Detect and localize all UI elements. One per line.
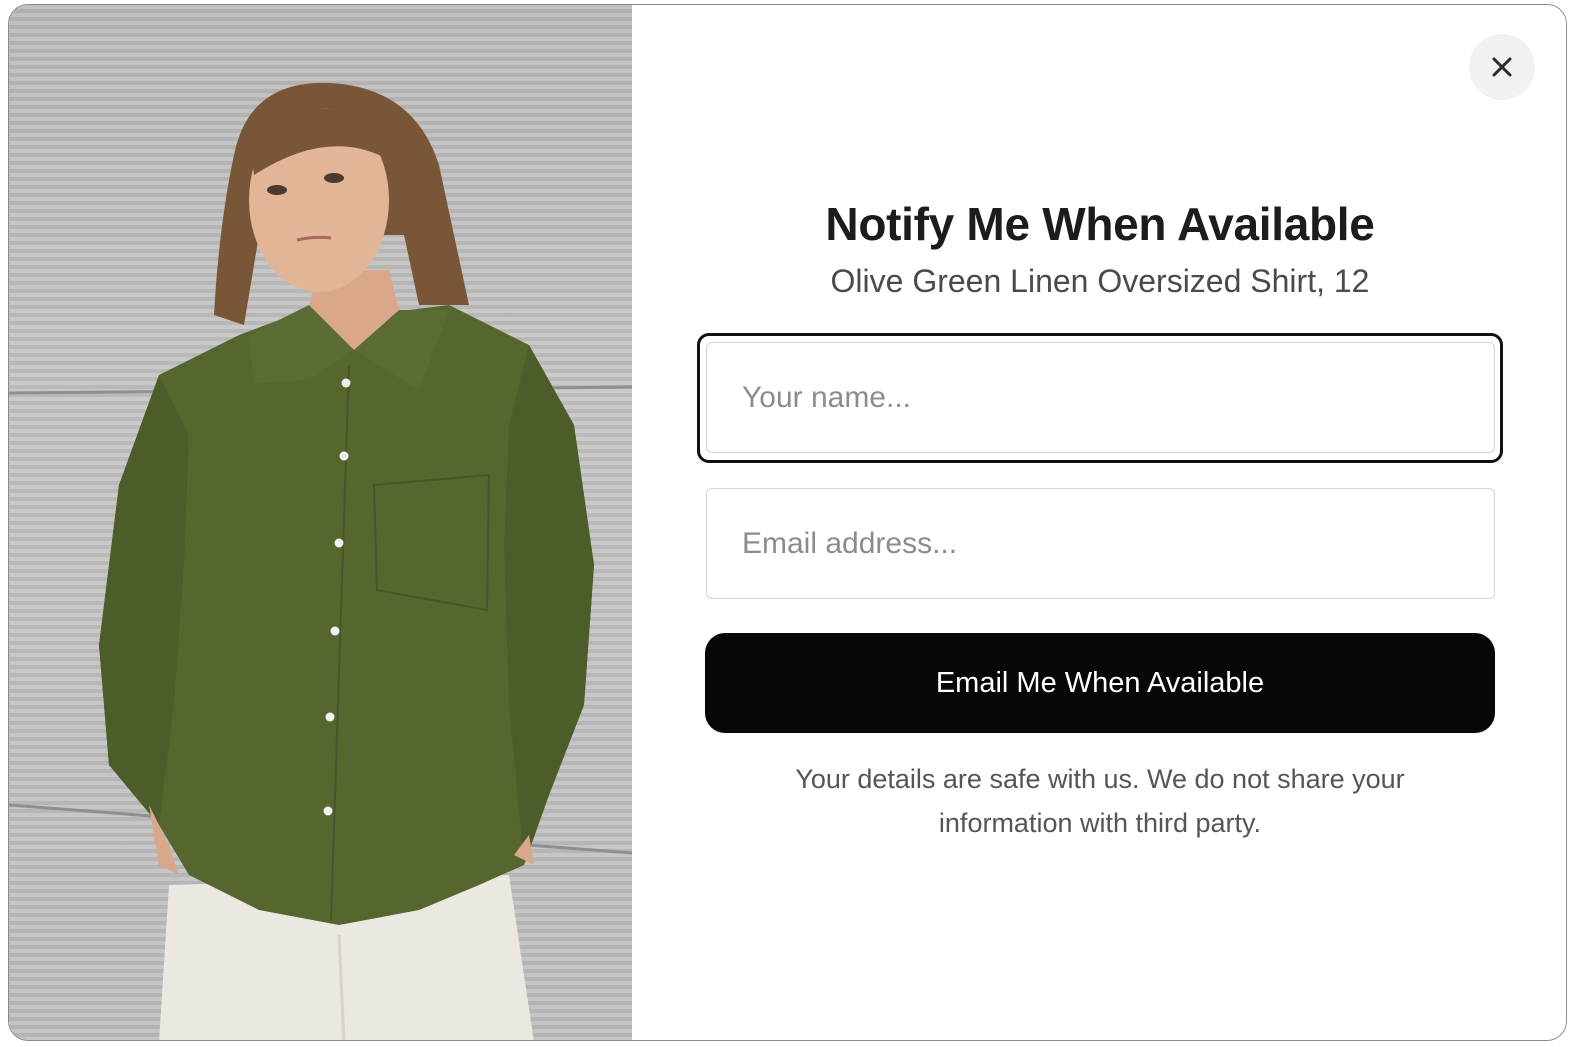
email-input[interactable] [706,488,1495,599]
form-panel: Notify Me When Available Olive Green Lin… [632,5,1566,1040]
close-button[interactable] [1469,34,1535,100]
email-me-button[interactable]: Email Me When Available [705,633,1495,733]
product-name: Olive Green Linen Oversized Shirt, 12 [830,263,1370,299]
name-input[interactable] [706,342,1495,453]
close-icon [1492,57,1512,77]
notify-modal: Notify Me When Available Olive Green Lin… [8,4,1567,1041]
modal-title: Notify Me When Available [825,198,1375,250]
product-photo [9,5,632,1040]
privacy-note: Your details are safe with us. We do not… [795,764,1405,838]
